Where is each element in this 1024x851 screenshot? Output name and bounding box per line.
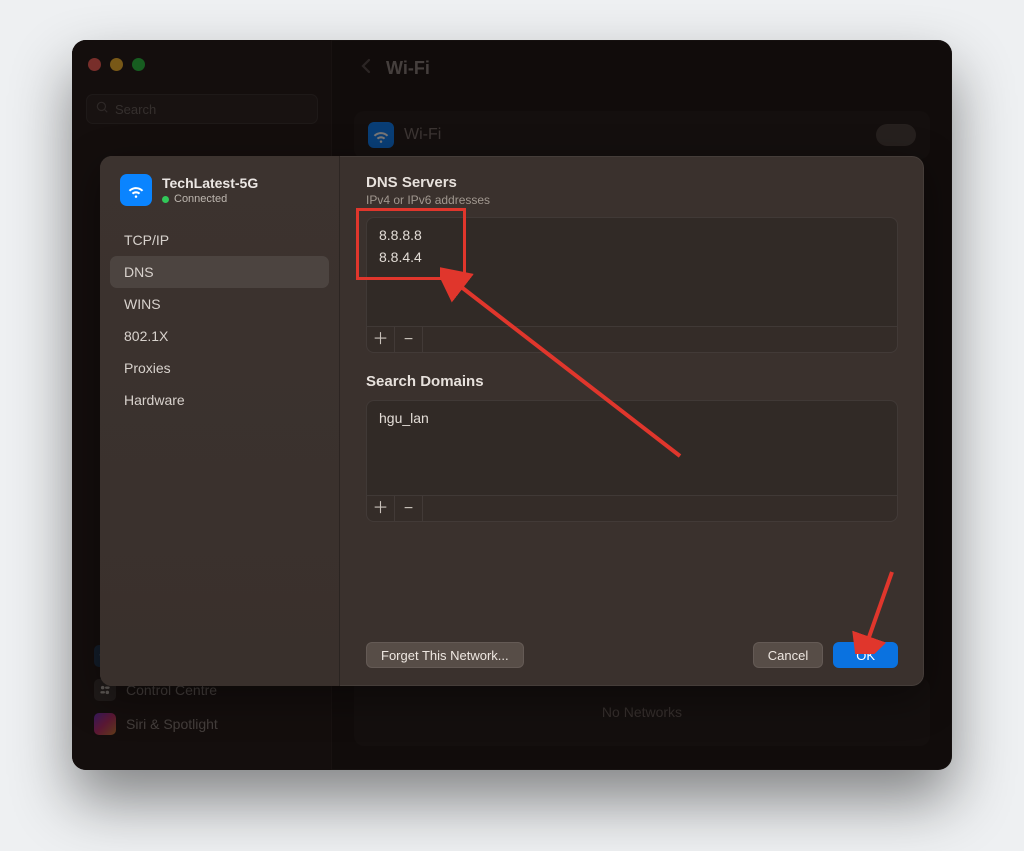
tab-dns[interactable]: DNS (110, 256, 329, 288)
ok-button[interactable]: OK (833, 642, 898, 668)
network-name: TechLatest-5G (162, 175, 258, 192)
status-dot-icon (162, 196, 169, 203)
dns-server-entry[interactable]: 8.8.4.4 (379, 246, 885, 268)
tab-wins[interactable]: WINS (110, 288, 329, 320)
tab-8021x[interactable]: 802.1X (110, 320, 329, 352)
tab-label: Hardware (124, 392, 185, 408)
search-domains-list[interactable]: hgu_lan (366, 400, 898, 496)
modal-sidebar: TechLatest-5G Connected TCP/IP DNS WINS … (100, 156, 340, 686)
dns-list-footer: ＋ − (366, 327, 898, 353)
add-dns-button[interactable]: ＋ (367, 327, 395, 352)
tab-label: DNS (124, 264, 154, 280)
network-status: Connected (162, 193, 258, 205)
tab-hardware[interactable]: Hardware (110, 384, 329, 416)
forget-network-button[interactable]: Forget This Network... (366, 642, 524, 668)
dns-server-entry[interactable]: 8.8.8.8 (379, 224, 885, 246)
dns-section: DNS Servers IPv4 or IPv6 addresses 8.8.8… (366, 174, 898, 353)
add-domain-button[interactable]: ＋ (367, 496, 395, 521)
remove-domain-button[interactable]: − (395, 496, 423, 521)
dns-servers-subtitle: IPv4 or IPv6 addresses (366, 193, 898, 207)
network-details-modal: TechLatest-5G Connected TCP/IP DNS WINS … (100, 156, 924, 686)
remove-dns-button[interactable]: − (395, 327, 423, 352)
tab-label: 802.1X (124, 328, 168, 344)
tab-proxies[interactable]: Proxies (110, 352, 329, 384)
modal-content: DNS Servers IPv4 or IPv6 addresses 8.8.8… (340, 156, 924, 686)
tab-label: TCP/IP (124, 232, 169, 248)
tab-label: WINS (124, 296, 161, 312)
wifi-icon (120, 174, 152, 206)
search-domains-title: Search Domains (366, 373, 898, 390)
tab-label: Proxies (124, 360, 171, 376)
dns-servers-title: DNS Servers (366, 174, 898, 191)
cancel-button[interactable]: Cancel (753, 642, 823, 668)
tab-tcpip[interactable]: TCP/IP (110, 224, 329, 256)
dns-servers-list[interactable]: 8.8.8.8 8.8.4.4 (366, 217, 898, 327)
modal-network-header: TechLatest-5G Connected (110, 174, 329, 220)
modal-tabs: TCP/IP DNS WINS 802.1X Proxies Hardware (110, 224, 329, 416)
search-domains-footer: ＋ − (366, 496, 898, 522)
modal-button-row: Forget This Network... Cancel OK (366, 628, 898, 668)
system-settings-window: Search Accessibility Control Centre (72, 40, 952, 770)
search-domain-entry[interactable]: hgu_lan (379, 407, 885, 429)
search-domains-section: Search Domains hgu_lan ＋ − (366, 373, 898, 522)
status-label: Connected (174, 193, 227, 205)
